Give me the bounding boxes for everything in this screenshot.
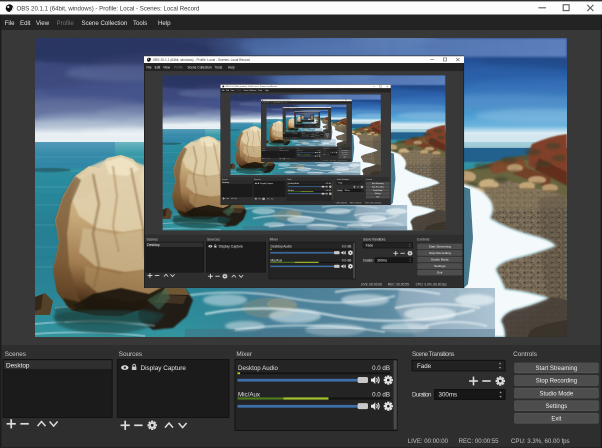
svg-text:Help: Help: [158, 20, 171, 27]
svg-text:Scenes: Scenes: [146, 237, 158, 241]
svg-text:Scene Transitions: Scene Transitions: [363, 237, 386, 241]
svg-text:OBS 20.1.1 (64bit, windows) -: OBS 20.1.1 (64bit, windows) - Profile: L…: [153, 58, 250, 62]
svg-text:File: File: [222, 90, 225, 92]
svg-text:Desktop: Desktop: [147, 243, 160, 247]
svg-text:REC: 00:00:55: REC: 00:00:55: [388, 282, 409, 286]
svg-text:File: File: [146, 65, 151, 69]
svg-text:0.0 dB: 0.0 dB: [342, 258, 352, 262]
svg-text:Desktop Audio: Desktop Audio: [271, 245, 292, 249]
svg-text:Studio Mode: Studio Mode: [431, 258, 449, 262]
svg-text:300ms: 300ms: [439, 392, 458, 399]
svg-text:Start Streaming: Start Streaming: [536, 366, 578, 372]
svg-text:Duration: Duration: [363, 258, 374, 262]
svg-text:REC: 00:00:55: REC: 00:00:55: [350, 203, 361, 205]
svg-text:Tools: Tools: [258, 90, 262, 92]
svg-text:300ms: 300ms: [377, 258, 387, 262]
svg-text:Mixer: Mixer: [270, 237, 279, 241]
svg-text:Stop Recording: Stop Recording: [536, 379, 577, 385]
svg-text:Tools: Tools: [215, 65, 223, 69]
svg-text:Studio Mode: Studio Mode: [540, 391, 574, 397]
svg-text:Fade: Fade: [366, 244, 374, 248]
svg-text:Start Streaming: Start Streaming: [429, 245, 451, 249]
svg-text:Mic/Aux: Mic/Aux: [271, 258, 283, 262]
svg-text:Help: Help: [265, 90, 269, 92]
svg-text:LIVE: 00:00:00: LIVE: 00:00:00: [361, 282, 383, 286]
svg-text:Controls: Controls: [417, 237, 430, 241]
svg-text:Edit: Edit: [20, 20, 31, 27]
svg-text:Exit: Exit: [437, 271, 442, 275]
svg-text:Scene Transitions: Scene Transitions: [412, 351, 455, 358]
svg-text:Sources: Sources: [207, 237, 220, 241]
svg-text:Display Capture: Display Capture: [141, 365, 187, 372]
svg-text:LIVE: 00:00:00: LIVE: 00:00:00: [408, 438, 449, 445]
svg-text:Desktop Audio: Desktop Audio: [238, 365, 278, 372]
svg-text:Settings: Settings: [434, 264, 446, 268]
svg-text:Tools: Tools: [133, 20, 147, 27]
svg-text:Scene Collection: Scene Collection: [82, 20, 128, 27]
svg-text:0.0 dB: 0.0 dB: [342, 245, 352, 249]
svg-text:Settings: Settings: [546, 404, 568, 410]
svg-text:0.0 dB: 0.0 dB: [372, 365, 390, 372]
svg-text:Duration: Duration: [412, 392, 432, 399]
svg-text:Scenes: Scenes: [222, 179, 228, 181]
svg-text:Stop Recording: Stop Recording: [429, 251, 451, 255]
svg-text:300ms: 300ms: [344, 190, 349, 192]
svg-text:CPU: 3.3%, 60.00 fps: CPU: 3.3%, 60.00 fps: [365, 203, 382, 205]
svg-text:Edit: Edit: [155, 65, 161, 69]
svg-text:Sources: Sources: [119, 351, 142, 358]
svg-text:View: View: [163, 65, 171, 69]
svg-text:Controls: Controls: [513, 351, 537, 358]
svg-text:Desktop: Desktop: [6, 362, 30, 369]
svg-text:Profile: Profile: [237, 90, 242, 92]
svg-text:Fade: Fade: [338, 183, 342, 185]
svg-text:LIVE: 00:00:00: LIVE: 00:00:00: [336, 203, 347, 205]
svg-text:Profile: Profile: [57, 20, 75, 27]
svg-text:OBS 20.1.1 (64bit, windows) -: OBS 20.1.1 (64bit, windows) - Profile: L…: [17, 6, 200, 13]
svg-text:Scene Collection: Scene Collection: [187, 65, 211, 69]
svg-text:Scenes: Scenes: [5, 351, 26, 358]
svg-text:CPU: 3.3%, 60.00 fps: CPU: 3.3%, 60.00 fps: [416, 282, 447, 286]
svg-text:Help: Help: [228, 65, 235, 69]
svg-text:CPU: 3.3%, 60.00 fps: CPU: 3.3%, 60.00 fps: [511, 438, 570, 445]
svg-text:Exit: Exit: [551, 417, 561, 423]
svg-text:Profile: Profile: [174, 65, 183, 69]
svg-text:Display Capture: Display Capture: [219, 245, 243, 249]
svg-text:Fade: Fade: [417, 363, 432, 370]
svg-text:View: View: [36, 20, 50, 27]
svg-text:Mixer: Mixer: [236, 351, 252, 358]
svg-text:File: File: [5, 20, 15, 27]
svg-text:REC: 00:00:55: REC: 00:00:55: [459, 438, 500, 445]
